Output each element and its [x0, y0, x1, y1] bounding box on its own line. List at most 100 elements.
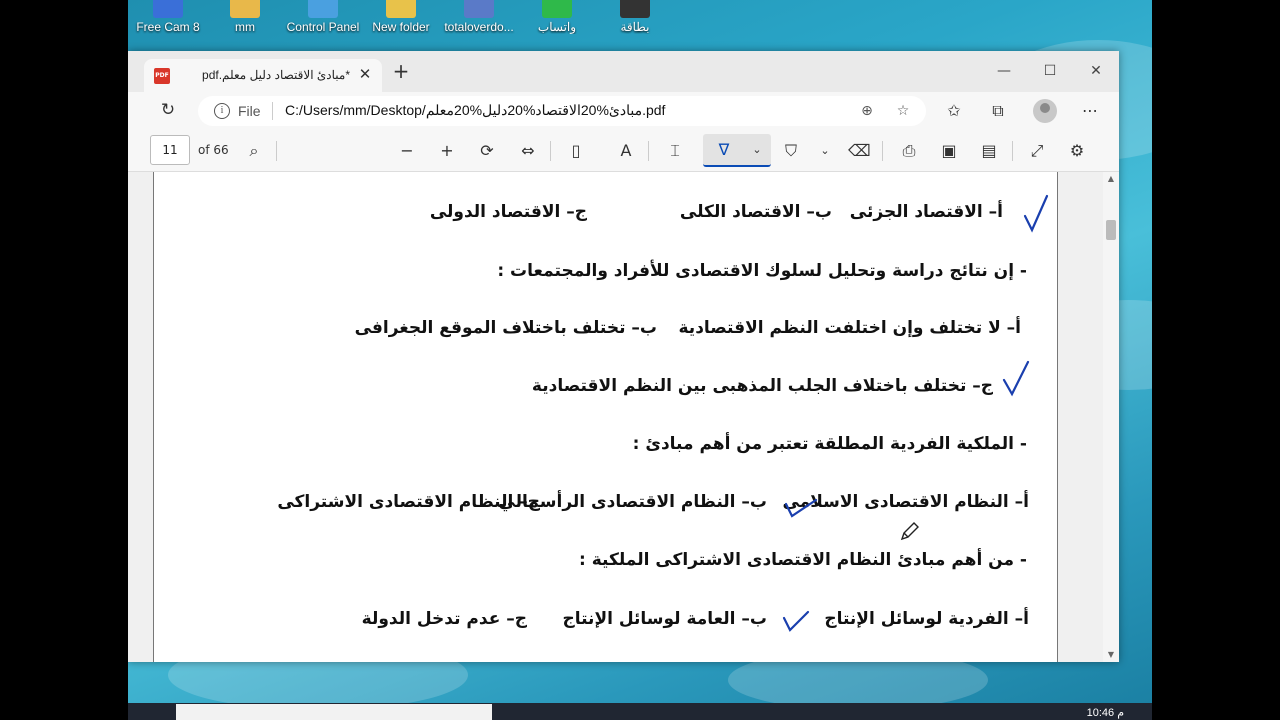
desktop-icon-label: Free Cam 8: [136, 20, 200, 34]
ink-checkmark: [784, 498, 818, 518]
tab-bar: PDF *مبادئ الاقتصاد دليل معلم.pdf ✕ + — …: [128, 51, 1119, 92]
desktop-icon-label: New folder: [372, 20, 430, 34]
favorite-icon[interactable]: ☆: [894, 102, 912, 120]
option-c: ج– النظام الاقتصادى الاشتراكى: [277, 492, 540, 512]
answer-line: ج– تختلف باختلاف الجلب المذهبى بين النظم…: [531, 376, 993, 396]
pdf-viewer[interactable]: أ– الاقتصاد الجزئى ب– الاقتصاد الكلى ج– …: [128, 172, 1119, 662]
zoom-out-icon[interactable]: −: [396, 140, 418, 162]
desktop-icon-label: بطاقة: [620, 20, 650, 34]
maximize-button[interactable]: ☐: [1036, 59, 1064, 83]
chevron-down-icon[interactable]: ⌄: [814, 140, 836, 162]
ink-checkmark: [782, 610, 810, 632]
tab-pdf[interactable]: PDF *مبادئ الاقتصاد دليل معلم.pdf ✕: [144, 59, 382, 92]
vertical-scrollbar[interactable]: ▲ ▼: [1103, 172, 1119, 662]
save-as-icon[interactable]: ▤: [978, 140, 1000, 162]
folder-icon: [386, 0, 416, 18]
option-b: ب– تختلف باختلاف الموقع الجغرافى: [354, 318, 657, 338]
divider: [276, 141, 277, 161]
answer-row: أ– لا تختلف وإن اختلفت النظم الاقتصادية …: [152, 318, 1057, 342]
page-number-input[interactable]: 11: [150, 135, 190, 165]
card-icon: [620, 0, 650, 18]
read-aloud-icon[interactable]: A: [615, 140, 637, 162]
desktop-icon-control-panel[interactable]: Control Panel: [283, 0, 363, 40]
desktop-icon-totaloverdo[interactable]: totaloverdo...: [439, 0, 519, 40]
scroll-thumb[interactable]: [1106, 220, 1116, 240]
folder-icon: [230, 0, 260, 18]
app-icon: [464, 0, 494, 18]
eraser-icon[interactable]: ⌫: [848, 140, 871, 162]
taskbar: 10:46 م: [128, 703, 1152, 720]
option-a: أ– الفردية لوسائل الإنتاج: [824, 609, 1029, 629]
desktop-icon-new-folder[interactable]: New folder: [361, 0, 441, 40]
option-c: ج– الاقتصاد الدولى: [429, 202, 587, 222]
save-icon[interactable]: ▣: [938, 140, 960, 162]
address-bar[interactable]: i File C:/Users/mm/Desktop/مبادئ%20الاقت…: [198, 96, 926, 126]
tab-title: *مبادئ الاقتصاد دليل معلم.pdf: [202, 68, 350, 82]
option-a: أ– النظام الاقتصادى الاسلامى: [782, 492, 1029, 512]
info-icon[interactable]: i: [214, 103, 230, 119]
pdf-page: أ– الاقتصاد الجزئى ب– الاقتصاد الكلى ج– …: [153, 172, 1058, 662]
rotate-icon[interactable]: ⟳: [476, 140, 498, 162]
draw-button[interactable]: ∇ ⌄: [703, 134, 771, 167]
add-text-icon[interactable]: ⌶: [664, 140, 686, 162]
question-line: - من أهم مبادئ النظام الاقتصادى الاشتراك…: [579, 550, 1027, 570]
zoom-in-icon[interactable]: +: [436, 140, 458, 162]
search-icon[interactable]: ⌕: [243, 140, 265, 162]
desktop-icon-label: واتساب: [537, 20, 577, 34]
desktop-icon-freecam[interactable]: Free Cam 8: [128, 0, 208, 40]
control-panel-icon: [308, 0, 338, 18]
pen-cursor-icon: [900, 522, 919, 541]
option-c: ج– عدم تدخل الدولة: [361, 609, 527, 629]
settings-icon[interactable]: ⚙: [1066, 140, 1088, 162]
minimize-button[interactable]: —: [990, 59, 1018, 83]
highlight-icon[interactable]: ⛉: [780, 140, 802, 162]
page-count: of 66: [198, 143, 229, 157]
ink-checkmark: [1002, 360, 1030, 397]
option-b: ب– الاقتصاد الكلى: [679, 202, 832, 222]
browser-window: PDF *مبادئ الاقتصاد دليل معلم.pdf ✕ + — …: [128, 51, 1119, 662]
url-text[interactable]: C:/Users/mm/Desktop/مبادئ%20الاقتصاد%20د…: [285, 102, 665, 119]
close-icon[interactable]: ✕: [356, 65, 374, 83]
desktop-icon-label: Control Panel: [286, 20, 360, 34]
whatsapp-icon: [542, 0, 572, 18]
reload-icon[interactable]: ↻: [158, 100, 178, 120]
ink-checkmark: [1023, 194, 1049, 233]
scroll-down-arrow[interactable]: ▼: [1103, 648, 1119, 662]
window-close-button[interactable]: ✕: [1082, 59, 1110, 83]
profile-avatar[interactable]: [1033, 99, 1057, 123]
divider: [550, 141, 551, 161]
question-line: - الملكية الفردية المطلقة تعتبر من أهم م…: [632, 434, 1027, 454]
desktop-icon-mm[interactable]: mm: [205, 0, 285, 40]
freecam-icon: [153, 0, 183, 18]
favorites-icon[interactable]: ✩: [944, 101, 964, 121]
desktop-icon-whatsapp[interactable]: واتساب: [517, 0, 597, 40]
answer-row: أ– النظام الاقتصادى الاسلامى ب– النظام ا…: [152, 492, 1057, 516]
draw-icon: ∇: [718, 140, 730, 159]
option-b: ب– العامة لوسائل الإنتاج: [562, 609, 767, 629]
desktop-icon-card[interactable]: بطاقة: [595, 0, 675, 40]
option-a: أ– الاقتصاد الجزئى: [849, 202, 1003, 222]
pdf-toolbar: 11 of 66 ⌕ − + ⟳ ⇔ ▯ A ⌶ ∇ ⌄ ⛉ ⌄ ⌫ ⎙ ▣ ▤: [128, 129, 1119, 172]
divider: [648, 141, 649, 161]
scroll-up-arrow[interactable]: ▲: [1103, 172, 1119, 186]
divider: [272, 102, 273, 120]
desktop-icon-label: mm: [235, 20, 255, 34]
question-line: - إن نتائج دراسة وتحليل لسلوك الاقتصادى …: [497, 261, 1027, 281]
zoom-icon[interactable]: ⊕: [858, 102, 876, 120]
more-menu-icon[interactable]: ⋯: [1080, 101, 1100, 121]
address-row: ↻ i File C:/Users/mm/Desktop/مبادئ%20الا…: [128, 92, 1119, 129]
desktop-icon-label: totaloverdo...: [444, 20, 514, 34]
option-a: أ– لا تختلف وإن اختلفت النظم الاقتصادية: [678, 318, 1022, 338]
url-scheme: File: [238, 103, 261, 119]
collections-icon[interactable]: ⧉: [988, 101, 1008, 121]
pdf-file-icon: PDF: [154, 68, 170, 84]
clock[interactable]: 10:46 م: [1087, 706, 1124, 719]
divider: [1012, 141, 1013, 161]
fullscreen-icon[interactable]: ⤢: [1026, 140, 1048, 162]
plus-icon[interactable]: +: [390, 61, 412, 83]
page-view-icon[interactable]: ▯: [565, 140, 587, 162]
chevron-down-icon[interactable]: ⌄: [746, 139, 768, 161]
print-icon[interactable]: ⎙: [898, 140, 920, 162]
taskbar-search[interactable]: [176, 704, 492, 720]
fit-width-icon[interactable]: ⇔: [517, 140, 539, 162]
